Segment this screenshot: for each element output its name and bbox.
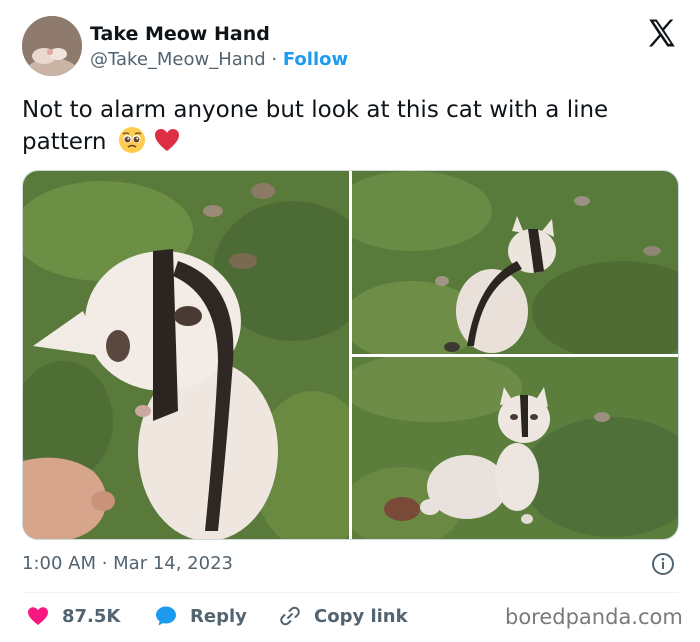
media-grid: [22, 170, 679, 540]
photo-cat-sitting-grass[interactable]: [352, 171, 678, 354]
reply-bubble-icon: [156, 606, 176, 626]
display-name[interactable]: Take Meow Hand: [90, 22, 270, 46]
tweet-body: Not to alarm anyone but look at this cat…: [22, 97, 609, 155]
tweet-card: Take Meow Hand @Take_Meow_Hand · Follow …: [0, 0, 700, 642]
x-logo-icon[interactable]: [645, 16, 679, 50]
heart-icon: [28, 607, 48, 625]
photo-cat-facing-front[interactable]: [352, 357, 678, 539]
follow-button[interactable]: Follow: [283, 49, 348, 70]
pleading-face-icon: [118, 126, 146, 154]
handle-separator: ·: [271, 49, 278, 70]
red-heart-icon: [153, 126, 181, 154]
photo-cat-closeup[interactable]: [23, 171, 349, 539]
handle-row: @Take_Meow_Hand · Follow: [90, 48, 348, 72]
divider: [22, 592, 679, 593]
like-count: 87.5K: [62, 605, 121, 627]
reply-button[interactable]: Reply: [154, 603, 247, 629]
watermark: boredpanda.com: [505, 605, 683, 629]
user-handle[interactable]: @Take_Meow_Hand: [90, 49, 266, 70]
copy-link-label: Copy link: [314, 605, 408, 627]
tweet-timestamp[interactable]: 1:00 AM · Mar 14, 2023: [22, 552, 233, 576]
like-button[interactable]: 87.5K: [26, 603, 120, 629]
copy-link-button[interactable]: Copy link: [278, 603, 408, 629]
reply-label: Reply: [190, 605, 247, 627]
avatar[interactable]: [22, 16, 82, 76]
tweet-text: Not to alarm anyone but look at this cat…: [22, 94, 682, 158]
link-icon: [280, 606, 300, 626]
info-icon[interactable]: [651, 552, 675, 576]
